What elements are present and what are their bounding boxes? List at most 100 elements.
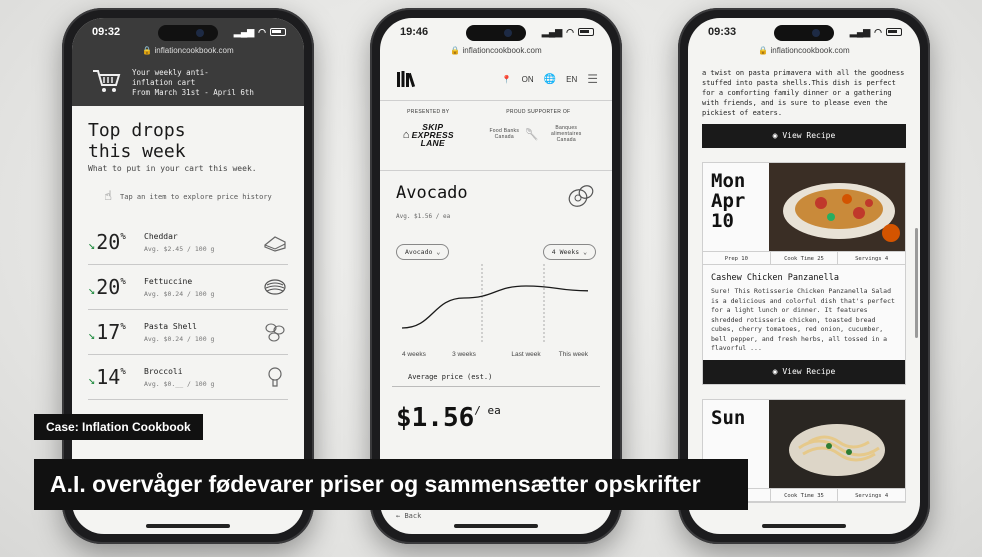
wifi-icon: ◠ [566, 26, 574, 37]
prep-time: Prep 10 [703, 252, 771, 264]
x-tick-label: This week [559, 351, 589, 358]
series-line [401, 285, 589, 329]
average-price-label: Average price (est.) [392, 369, 600, 387]
books-logo-icon[interactable] [396, 70, 418, 88]
servings: Servings 4 [855, 492, 889, 499]
url-text: inflationcookbook.com [770, 46, 850, 55]
tap-hint: ☝ Tap an item to explore price history [104, 189, 272, 204]
signal-icon: ▂▄▆ [849, 26, 871, 37]
view-recipe-button[interactable]: ◉ View Recipe [703, 359, 905, 384]
battery-icon [578, 28, 594, 36]
list-item[interactable]: ↘ 17% Pasta Shell Avg. $0.24 / 100 g [88, 310, 288, 355]
pasta-shell-icon [265, 323, 285, 342]
cook-time: Cook Time 25 [771, 252, 839, 264]
battery-icon [270, 28, 286, 36]
language-selector[interactable]: EN [566, 75, 577, 84]
item-avg-price: Avg. $0.24 / 100 g [144, 289, 215, 298]
cook-time: Cook Time 35 [771, 488, 839, 501]
recipe-title: Cashew Chicken Panzanella [711, 273, 839, 283]
eye-icon: ◉ [772, 131, 778, 140]
chevron-down-icon: ⌄ [583, 248, 587, 256]
house-icon: ⌂ [402, 129, 410, 141]
status-time: 19:46 [400, 26, 429, 38]
cart-banner: Your weekly anti- inflation cart From Ma… [72, 62, 304, 106]
price-unit: / ea [474, 404, 501, 417]
presented-by-label: PRESENTED BY [407, 109, 450, 115]
x-tick-label: Last week [511, 351, 541, 358]
broccoli-icon [268, 367, 282, 387]
cheese-icon [264, 236, 286, 252]
url-text: inflationcookbook.com [462, 46, 542, 55]
current-price: $1.56/ ea [396, 403, 501, 433]
signal-icon: ▂▄▆ [541, 26, 563, 37]
province-selector[interactable]: ON [522, 75, 534, 84]
arrow-down-icon: ↘ [88, 328, 96, 342]
item-avg-price: Avg. $0.__ / 100 g [144, 379, 215, 388]
avocado-icon [568, 185, 594, 207]
wifi-icon: ◠ [874, 26, 882, 37]
cart-text-line: Your weekly anti- [132, 68, 209, 77]
battery-icon [886, 28, 902, 36]
phone-screen: 09:32 ▂▄▆ ◠ 🔒 inflationcookbook.com Your … [72, 18, 304, 534]
recipe-description: Sure! This Rotisserie Chicken Panzanella… [711, 287, 895, 352]
arrow-down-icon: ↘ [88, 373, 96, 387]
site-nav: 📍 ON 🌐 EN ☰ [380, 62, 612, 101]
price-drop-list: ↘ 20% Cheddar Avg. $2.45 / 100 g ↘ 20% Fett… [72, 220, 304, 400]
item-select[interactable]: Avocado ⌄ [396, 244, 450, 260]
cart-text-line: inflation cart [132, 78, 196, 87]
list-item[interactable]: ↘ 14% Broccoli Avg. $0.__ / 100 g [88, 355, 288, 400]
phone-screen: 19:46 ▂▄▆ ◠ 🔒 inflationcookbook.com 📍 ON … [380, 18, 612, 534]
scrollbar[interactable] [915, 228, 918, 338]
hamburger-menu-icon[interactable]: ☰ [587, 72, 598, 86]
item-title: Avocado [396, 183, 468, 203]
food-banks-logo[interactable]: Food Banks Canada 🥄 Banques alimentaires… [487, 125, 589, 143]
x-tick-label: 3 weeks [452, 351, 477, 358]
headline-caption: A.I. overvåger fødevarer priser og samme… [34, 459, 748, 510]
recipe-photo [769, 399, 905, 488]
location-pin-icon[interactable]: 📍 [502, 75, 512, 84]
home-indicator[interactable] [454, 524, 538, 528]
recipe-description: a twist on pasta primavera with all the … [702, 69, 905, 117]
home-indicator[interactable] [146, 524, 230, 528]
arrow-down-icon: ↘ [88, 238, 96, 252]
item-name: Fettuccine [144, 276, 193, 286]
back-link[interactable]: ← Back [396, 512, 421, 520]
url-bar[interactable]: 🔒 inflationcookbook.com [380, 46, 612, 62]
view-recipe-button[interactable]: ◉ View Recipe [702, 124, 906, 148]
case-label: Case: Inflation Cookbook [34, 414, 203, 440]
list-item[interactable]: ↘ 20% Fettuccine Avg. $0.24 / 100 g [88, 265, 288, 310]
status-time: 09:32 [92, 26, 121, 38]
skip-logo[interactable]: ⌂ SKIP EXPRESS LANE [402, 123, 454, 148]
pasta-nest-icon [264, 279, 286, 295]
page-subtitle: What to put in your cart this week. [88, 164, 257, 173]
eye-icon: ◉ [772, 366, 778, 376]
phone-screen: 09:33 ▂▄▆ ◠ 🔒 inflationcookbook.com a twi… [688, 18, 920, 534]
recipe-card[interactable]: Mon Apr 10 Prep 10 Cook Time 25 Servings… [702, 162, 906, 385]
item-avg-price: Avg. $0.24 / 100 g [144, 334, 215, 343]
recipe-date: Mon Apr 10 [711, 170, 746, 232]
supporter-of-label: PROUD SUPPORTER OF [506, 109, 571, 115]
status-time: 09:33 [708, 26, 737, 38]
signal-icon: ▂▄▆ [233, 26, 255, 37]
price-history-chart[interactable]: 4 weeks 3 weeks Last week This week [392, 264, 600, 364]
globe-icon[interactable]: 🌐 [544, 74, 556, 85]
sponsors-banner: PRESENTED BY ⌂ SKIP EXPRESS LANE PROUD S… [380, 101, 612, 171]
x-tick-label: 4 weeks [402, 351, 427, 358]
recipe-photo [769, 163, 905, 251]
item-avg-price: Avg. $2.45 / 100 g [144, 244, 215, 253]
url-text: inflationcookbook.com [154, 46, 234, 55]
arrow-down-icon: ↘ [88, 283, 96, 297]
home-indicator[interactable] [762, 524, 846, 528]
list-item[interactable]: ↘ 20% Cheddar Avg. $2.45 / 100 g [88, 220, 288, 265]
item-avg-price: Avg. $1.56 / ea [396, 213, 451, 220]
url-bar[interactable]: 🔒 inflationcookbook.com [72, 46, 304, 62]
shopping-cart-icon [93, 70, 121, 92]
servings: Servings 4 [855, 256, 889, 262]
url-bar[interactable]: 🔒 inflationcookbook.com [688, 46, 920, 62]
item-name: Pasta Shell [144, 321, 197, 331]
item-name: Broccoli [144, 366, 183, 376]
spoon-icon: 🥄 [525, 128, 540, 141]
pointer-hand-icon: ☝ [104, 189, 113, 204]
range-select[interactable]: 4 Weeks ⌄ [542, 244, 596, 260]
wifi-icon: ◠ [258, 26, 266, 37]
